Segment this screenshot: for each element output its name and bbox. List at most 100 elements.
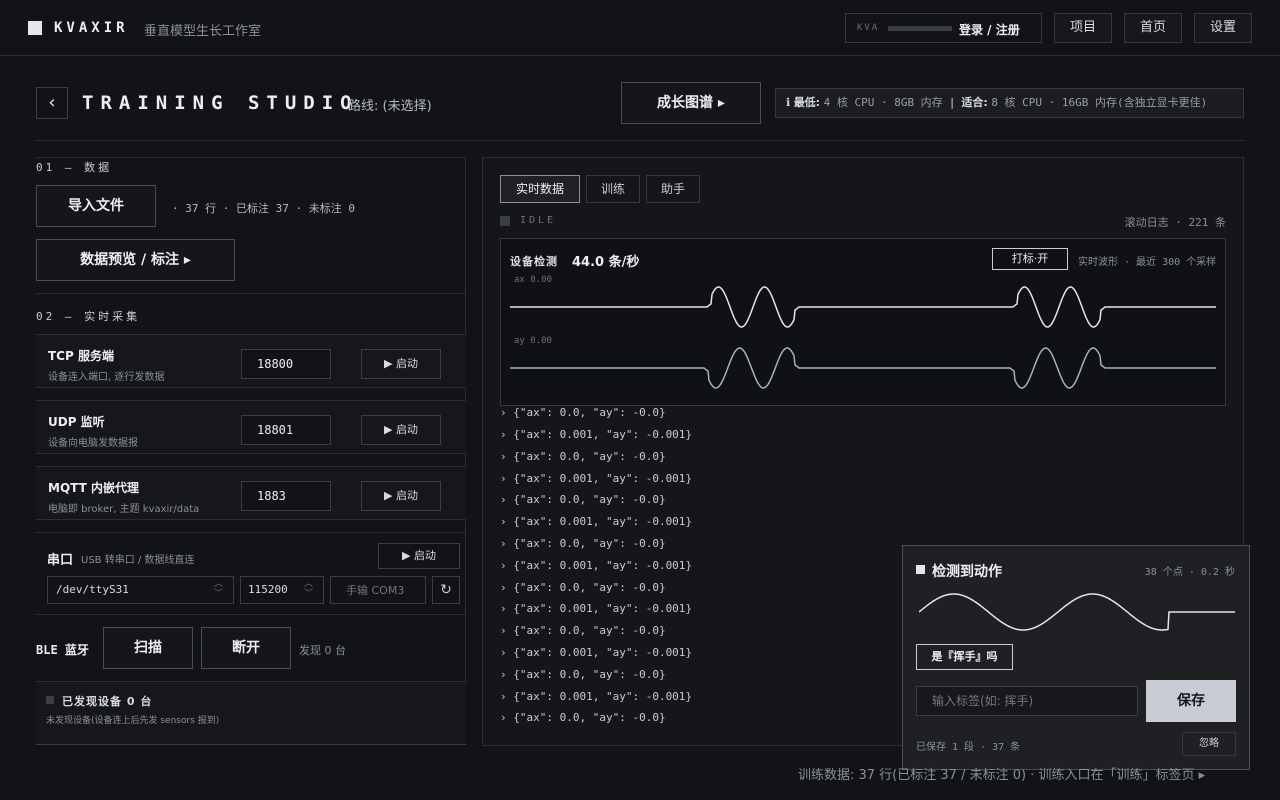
mqtt-port-input[interactable]: 1883 [241, 481, 331, 511]
ignore-button[interactable]: 忽略 [1182, 732, 1236, 756]
manual-port-input[interactable] [330, 576, 426, 604]
log-line: › {"ax": 0.0, "ay": -0.0} [500, 580, 666, 594]
waveform-chart [510, 286, 1216, 389]
nav-settings-button[interactable]: 设置 [1194, 13, 1252, 43]
section-capture-label: 02 — 实时采集 [36, 310, 141, 323]
login-button[interactable]: KVA 登录 / 注册 [845, 13, 1042, 43]
data-preview-button[interactable]: 数据预览 / 标注 ▸ [36, 239, 235, 281]
action-detected-popup: 检测到动作 38 个点 · 0.2 秒 是『挥手』吗 保存 已保存 1 段 · … [902, 545, 1250, 770]
back-button[interactable]: ‹ [36, 87, 68, 119]
log-line: › {"ax": 0.0, "ay": -0.0} [500, 624, 666, 638]
udp-port-input[interactable]: 18801 [241, 415, 331, 445]
udp-service-desc: 设备向电脑发数据报 [48, 438, 138, 449]
ble-divider [36, 614, 466, 615]
tab-realtime-data[interactable]: 实时数据 [500, 175, 580, 203]
log-line: › {"ax": 0.001, "ay": -0.001} [500, 558, 693, 572]
min-value: 4 核 CPU · 8GB 内存 [823, 96, 943, 109]
udp-service-row: UDP 监听 设备向电脑发数据报 18801 ▶ 启动 [36, 400, 466, 454]
mqtt-start-button[interactable]: ▶ 启动 [361, 481, 441, 511]
mqtt-service-name: MQTT 内嵌代理 [48, 481, 139, 495]
tcp-start-button[interactable]: ▶ 启动 [361, 349, 441, 379]
serial-name: 串口 [47, 553, 74, 568]
tcp-service-row: TCP 服务端 设备连入端口, 逐行发数据 18800 ▶ 启动 [36, 334, 466, 388]
ble-scan-button[interactable]: 扫描 [103, 627, 193, 669]
min-label: 最低: [793, 96, 821, 109]
login-prefix: KVA [857, 23, 880, 33]
tcp-service-desc: 设备连入端口, 逐行发数据 [48, 372, 165, 383]
udp-service-name: UDP 监听 [48, 415, 105, 429]
popup-meta: 38 个点 · 0.2 秒 [1144, 567, 1235, 578]
status-text: IDLE [520, 215, 557, 226]
serial-desc: USB 转串口 / 数据线直连 [81, 555, 195, 566]
refresh-icon[interactable]: ↻ [432, 576, 460, 604]
popup-wave-line [919, 593, 1235, 631]
select-arrows-icon: ︿ ﹀ [303, 579, 313, 599]
status-indicator-icon [500, 216, 510, 226]
import-file-button[interactable]: 导入文件 [36, 185, 156, 227]
ax-wave-line [510, 286, 1216, 328]
nav-home-button[interactable]: 首页 [1124, 13, 1182, 43]
log-line: › {"ax": 0.0, "ay": -0.0} [500, 406, 666, 419]
serial-device-value: /dev/ttyS31 [56, 583, 129, 596]
tcp-service-name: TCP 服务端 [48, 349, 114, 363]
fit-value: 8 核 CPU · 16GB 内存(含独立显卡更佳) [991, 96, 1208, 109]
info-icon: ℹ [786, 96, 791, 109]
baud-rate-select[interactable]: 115200 ︿ ﹀ [240, 576, 324, 604]
data-stats: · 37 行 · 已标注 37 · 未标注 0 [172, 202, 355, 215]
popup-title: 检测到动作 [932, 564, 1002, 580]
discovered-title: 已发现设备 0 台 [62, 695, 153, 708]
discovered-devices-box: 已发现设备 0 台 未发现设备(设备连上后先发 sensors 报到) [36, 681, 466, 745]
login-progress-bar [888, 26, 952, 31]
save-button[interactable]: 保存 [1146, 680, 1236, 722]
popup-wave [919, 593, 1235, 631]
ay-wave-line [510, 347, 1216, 389]
req-separator: | [950, 96, 954, 109]
log-line: › {"ax": 0.001, "ay": -0.001} [500, 428, 693, 441]
log-line: › {"ax": 0.001, "ay": -0.001} [500, 689, 693, 703]
log-line: › {"ax": 0.001, "ay": -0.001} [500, 515, 693, 529]
log-line: › {"ax": 0.0, "ay": -0.0} [500, 711, 666, 725]
saved-count: 已保存 1 段 · 37 条 [916, 742, 1021, 753]
growth-map-button[interactable]: 成长图谱 ▸ [621, 82, 761, 124]
waveform-panel: 设备检测 44.0 条/秒 打标·开 实时波形 · 最近 300 个采样 ax … [500, 238, 1226, 406]
ble-disconnect-button[interactable]: 断开 [201, 627, 291, 669]
footer-training-note: 训练数据: 37 行(已标注 37 / 未标注 0) · 训练入口在「训练」标签… [798, 768, 1206, 783]
tab-training[interactable]: 训练 [586, 175, 640, 203]
ble-name: BLE 蓝牙 [36, 643, 89, 657]
mqtt-service-row: MQTT 内嵌代理 电脑即 broker, 主题 kvaxir/data 188… [36, 466, 466, 520]
log-line: › {"ax": 0.0, "ay": -0.0} [500, 493, 666, 507]
status-square-icon [46, 696, 54, 704]
popup-square-icon [916, 565, 925, 574]
log-line: › {"ax": 0.001, "ay": -0.001} [500, 646, 693, 659]
mqtt-service-desc: 电脑即 broker, 主题 kvaxir/data [48, 504, 200, 515]
confirm-wave-button[interactable]: 是『挥手』吗 [916, 644, 1013, 670]
top-bar: KVAXIR 垂直模型生长工作室 KVA 登录 / 注册 项目 首页 设置 [0, 0, 1280, 56]
log-line: › {"ax": 0.001, "ay": -0.001} [500, 602, 693, 616]
requirements-banner: ℹ 最低: 4 核 CPU · 8GB 内存 | 适合: 8 核 CPU · 1… [775, 88, 1244, 118]
scroll-log-count: 滚动日志 · 221 条 [1124, 216, 1226, 229]
section-divider [36, 293, 466, 294]
tcp-port-input[interactable]: 18800 [241, 349, 331, 379]
serial-start-button[interactable]: ▶ 启动 [378, 543, 460, 569]
nav-projects-button[interactable]: 项目 [1054, 13, 1112, 43]
ble-found-count: 发现 0 台 [299, 644, 346, 657]
log-line: › {"ax": 0.0, "ay": -0.0} [500, 667, 666, 681]
tab-assistant[interactable]: 助手 [646, 175, 700, 203]
route-label: 路线: (未选择) [348, 99, 432, 114]
baud-rate-value: 115200 [248, 583, 288, 596]
logo-icon [28, 21, 42, 35]
section-data-label: 01 — 数据 [36, 161, 113, 174]
brand-name: KVAXIR [54, 20, 129, 36]
select-arrows-icon: ︿ ﹀ [213, 579, 223, 599]
serial-device-select[interactable]: /dev/ttyS31 ︿ ﹀ [47, 576, 234, 604]
log-line: › {"ax": 0.0, "ay": -0.0} [500, 537, 666, 550]
serial-divider [36, 532, 466, 533]
udp-start-button[interactable]: ▶ 启动 [361, 415, 441, 445]
page-title: TRAINING STUDIO [82, 92, 359, 114]
fit-label: 适合: [961, 96, 988, 109]
label-input[interactable] [916, 686, 1138, 716]
log-line: › {"ax": 0.0, "ay": -0.0} [500, 449, 666, 463]
login-label: 登录 / 注册 [959, 23, 1020, 37]
log-line: › {"ax": 0.001, "ay": -0.001} [500, 471, 693, 485]
header-divider [36, 140, 1244, 141]
